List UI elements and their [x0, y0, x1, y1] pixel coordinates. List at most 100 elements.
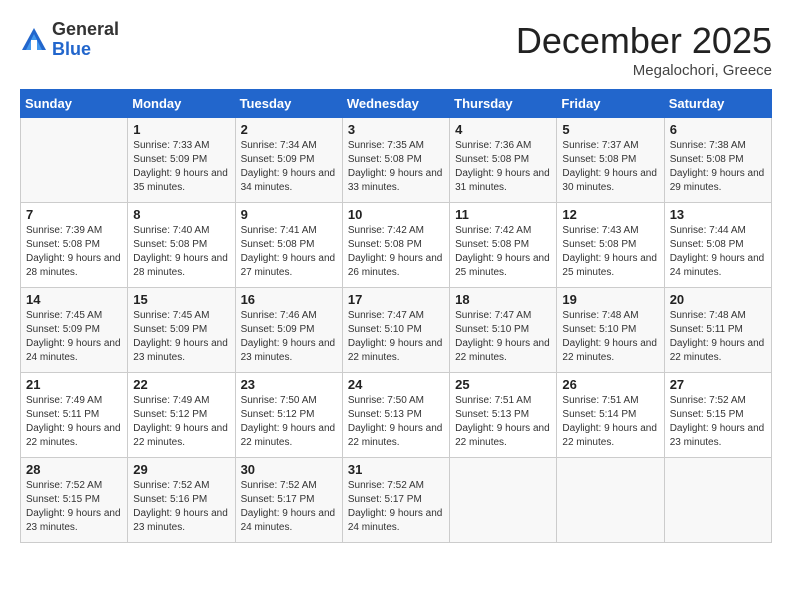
title-area: December 2025 Megalochori, Greece: [516, 20, 772, 79]
day-info: Sunrise: 7:42 AMSunset: 5:08 PMDaylight:…: [348, 224, 444, 280]
location-subtitle: Megalochori, Greece: [516, 62, 772, 79]
day-info: Sunrise: 7:49 AMSunset: 5:12 PMDaylight:…: [133, 394, 229, 450]
day-info: Sunrise: 7:38 AMSunset: 5:08 PMDaylight:…: [670, 139, 766, 195]
day-info: Sunrise: 7:52 AMSunset: 5:17 PMDaylight:…: [348, 479, 444, 535]
calendar-cell: 20Sunrise: 7:48 AMSunset: 5:11 PMDayligh…: [664, 288, 771, 373]
calendar-cell: 9Sunrise: 7:41 AMSunset: 5:08 PMDaylight…: [235, 203, 342, 288]
header-tuesday: Tuesday: [235, 90, 342, 118]
day-info: Sunrise: 7:39 AMSunset: 5:08 PMDaylight:…: [26, 224, 122, 280]
calendar-cell: 15 Sunrise: 7:45 AMSunset: 5:09 PMDayligh…: [128, 288, 235, 373]
header-sunday: Sunday: [21, 90, 128, 118]
calendar-table: Sunday Monday Tuesday Wednesday Thursday…: [20, 89, 772, 543]
calendar-cell: 13Sunrise: 7:44 AMSunset: 5:08 PMDayligh…: [664, 203, 771, 288]
day-info: Sunrise: 7:41 AMSunset: 5:08 PMDaylight:…: [241, 224, 337, 280]
day-number: 11: [455, 207, 551, 222]
weekday-header-row: Sunday Monday Tuesday Wednesday Thursday…: [21, 90, 772, 118]
day-number: 10: [348, 207, 444, 222]
day-info: Sunrise: 7:52 AMSunset: 5:15 PMDaylight:…: [26, 479, 122, 535]
day-info: Sunrise: 7:50 AMSunset: 5:12 PMDaylight:…: [241, 394, 337, 450]
calendar-cell: 5 Sunrise: 7:37 AMSunset: 5:08 PMDaylight…: [557, 118, 664, 203]
calendar-cell: 24 Sunrise: 7:50 AMSunset: 5:13 PMDayligh…: [342, 373, 449, 458]
day-number: 12: [562, 207, 658, 222]
calendar-cell: 21 Sunrise: 7:49 AMSunset: 5:11 PMDayligh…: [21, 373, 128, 458]
day-info: Sunrise: 7:47 AMSunset: 5:10 PMDaylight:…: [348, 309, 444, 365]
calendar-cell: 10 Sunrise: 7:42 AMSunset: 5:08 PMDayligh…: [342, 203, 449, 288]
day-info: Sunrise: 7:47 AMSunset: 5:10 PMDaylight:…: [455, 309, 551, 365]
header-saturday: Saturday: [664, 90, 771, 118]
calendar-cell: 22 Sunrise: 7:49 AMSunset: 5:12 PMDayligh…: [128, 373, 235, 458]
calendar-cell: 29 Sunrise: 7:52 AMSunset: 5:16 PMDayligh…: [128, 458, 235, 543]
day-number: 8: [133, 207, 229, 222]
day-info: Sunrise: 7:45 AMSunset: 5:09 PMDaylight:…: [26, 309, 122, 365]
day-number: 25: [455, 377, 551, 392]
page-header: General Blue December 2025 Megalochori, …: [20, 20, 772, 79]
day-number: 27: [670, 377, 766, 392]
day-info: Sunrise: 7:42 AMSunset: 5:08 PMDaylight:…: [455, 224, 551, 280]
day-number: 4: [455, 122, 551, 137]
day-number: 23: [241, 377, 337, 392]
day-info: Sunrise: 7:46 AMSunset: 5:09 PMDaylight:…: [241, 309, 337, 365]
calendar-cell: 14 Sunrise: 7:45 AMSunset: 5:09 PMDayligh…: [21, 288, 128, 373]
calendar-cell: 3Sunrise: 7:35 AMSunset: 5:08 PMDaylight…: [342, 118, 449, 203]
logo: General Blue: [20, 20, 119, 60]
header-monday: Monday: [128, 90, 235, 118]
day-number: 29: [133, 462, 229, 477]
calendar-cell: 7Sunrise: 7:39 AMSunset: 5:08 PMDaylight…: [21, 203, 128, 288]
day-info: Sunrise: 7:48 AMSunset: 5:11 PMDaylight:…: [670, 309, 766, 365]
day-info: Sunrise: 7:36 AMSunset: 5:08 PMDaylight:…: [455, 139, 551, 195]
day-info: Sunrise: 7:33 AMSunset: 5:09 PMDaylight:…: [133, 139, 229, 195]
day-info: Sunrise: 7:45 AMSunset: 5:09 PMDaylight:…: [133, 309, 229, 365]
day-info: Sunrise: 7:52 AMSunset: 5:16 PMDaylight:…: [133, 479, 229, 535]
day-number: 15: [133, 292, 229, 307]
header-wednesday: Wednesday: [342, 90, 449, 118]
calendar-cell: 31 Sunrise: 7:52 AMSunset: 5:17 PMDayligh…: [342, 458, 449, 543]
calendar-cell: 26Sunrise: 7:51 AMSunset: 5:14 PMDayligh…: [557, 373, 664, 458]
day-number: 22: [133, 377, 229, 392]
day-info: Sunrise: 7:34 AMSunset: 5:09 PMDaylight:…: [241, 139, 337, 195]
day-info: Sunrise: 7:52 AMSunset: 5:15 PMDaylight:…: [670, 394, 766, 450]
calendar-cell: 25 Sunrise: 7:51 AMSunset: 5:13 PMDayligh…: [450, 373, 557, 458]
day-number: 24: [348, 377, 444, 392]
calendar-cell: 12 Sunrise: 7:43 AMSunset: 5:08 PMDayligh…: [557, 203, 664, 288]
day-number: 18: [455, 292, 551, 307]
day-number: 19: [562, 292, 658, 307]
header-friday: Friday: [557, 90, 664, 118]
day-info: Sunrise: 7:51 AMSunset: 5:14 PMDaylight:…: [562, 394, 658, 450]
day-number: 14: [26, 292, 122, 307]
day-number: 1: [133, 122, 229, 137]
day-info: Sunrise: 7:44 AMSunset: 5:08 PMDaylight:…: [670, 224, 766, 280]
day-number: 2: [241, 122, 337, 137]
day-info: Sunrise: 7:51 AMSunset: 5:13 PMDaylight:…: [455, 394, 551, 450]
day-number: 30: [241, 462, 337, 477]
calendar-cell: [557, 458, 664, 543]
day-number: 28: [26, 462, 122, 477]
day-number: 17: [348, 292, 444, 307]
calendar-cell: 4 Sunrise: 7:36 AMSunset: 5:08 PMDaylight…: [450, 118, 557, 203]
day-number: 16: [241, 292, 337, 307]
logo-text: General Blue: [52, 20, 119, 60]
calendar-cell: 23 Sunrise: 7:50 AMSunset: 5:12 PMDayligh…: [235, 373, 342, 458]
day-number: 21: [26, 377, 122, 392]
day-number: 5: [562, 122, 658, 137]
day-info: Sunrise: 7:50 AMSunset: 5:13 PMDaylight:…: [348, 394, 444, 450]
calendar-cell: [664, 458, 771, 543]
day-info: Sunrise: 7:48 AMSunset: 5:10 PMDaylight:…: [562, 309, 658, 365]
calendar-week-5: 28 Sunrise: 7:52 AMSunset: 5:15 PMDayligh…: [21, 458, 772, 543]
calendar-cell: 11 Sunrise: 7:42 AMSunset: 5:08 PMDayligh…: [450, 203, 557, 288]
calendar-cell: 17 Sunrise: 7:47 AMSunset: 5:10 PMDayligh…: [342, 288, 449, 373]
calendar-cell: 16 Sunrise: 7:46 AMSunset: 5:09 PMDayligh…: [235, 288, 342, 373]
day-number: 31: [348, 462, 444, 477]
calendar-cell: 19 Sunrise: 7:48 AMSunset: 5:10 PMDayligh…: [557, 288, 664, 373]
calendar-cell: 8Sunrise: 7:40 AMSunset: 5:08 PMDaylight…: [128, 203, 235, 288]
day-info: Sunrise: 7:37 AMSunset: 5:08 PMDaylight:…: [562, 139, 658, 195]
calendar-week-4: 21 Sunrise: 7:49 AMSunset: 5:11 PMDayligh…: [21, 373, 772, 458]
logo-general: General: [52, 20, 119, 40]
calendar-week-2: 7Sunrise: 7:39 AMSunset: 5:08 PMDaylight…: [21, 203, 772, 288]
calendar-cell: [21, 118, 128, 203]
calendar-cell: 18 Sunrise: 7:47 AMSunset: 5:10 PMDayligh…: [450, 288, 557, 373]
logo-blue: Blue: [52, 40, 119, 60]
logo-icon: [20, 26, 48, 54]
day-info: Sunrise: 7:52 AMSunset: 5:17 PMDaylight:…: [241, 479, 337, 535]
day-info: Sunrise: 7:43 AMSunset: 5:08 PMDaylight:…: [562, 224, 658, 280]
day-info: Sunrise: 7:49 AMSunset: 5:11 PMDaylight:…: [26, 394, 122, 450]
